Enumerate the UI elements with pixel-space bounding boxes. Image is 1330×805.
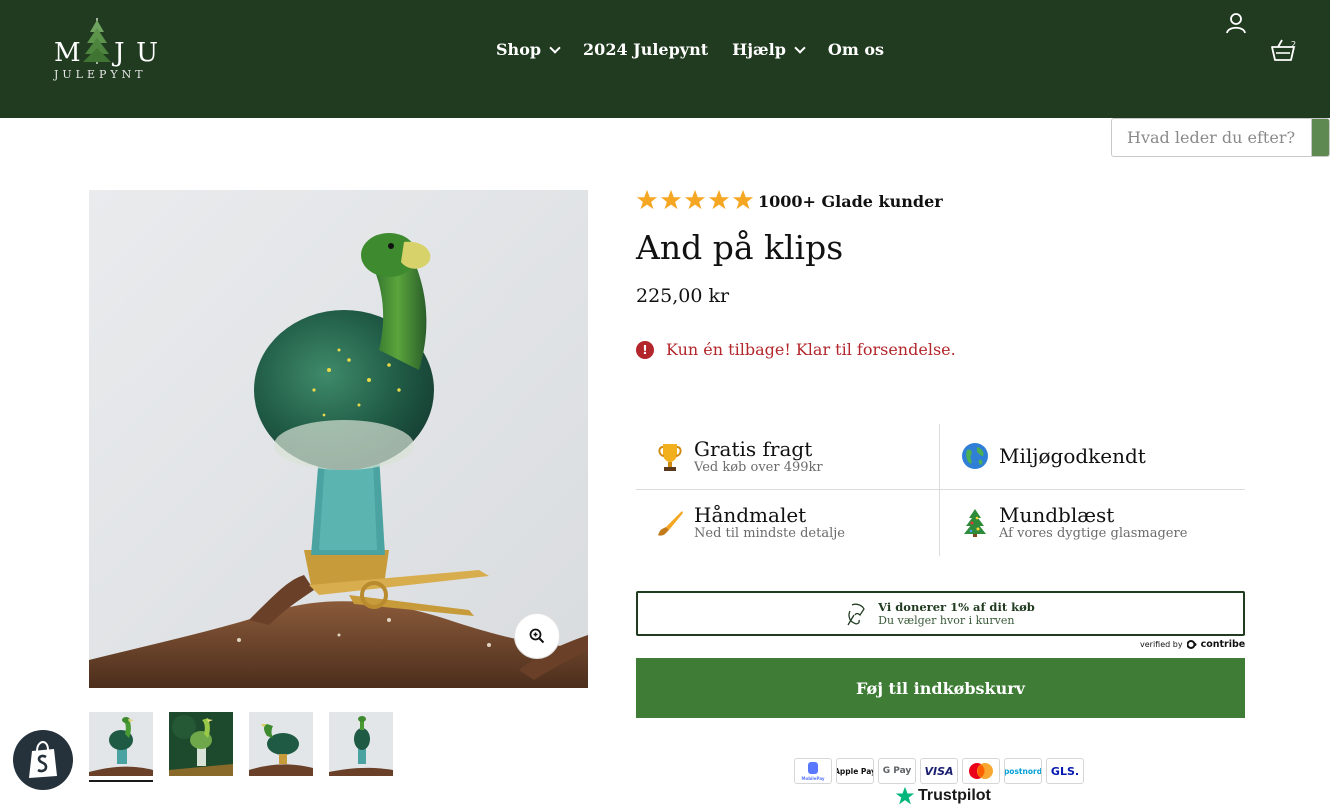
nav-item-hjaelp[interactable]: Hjælp <box>732 40 806 59</box>
cart-count-badge: 2 <box>1291 40 1297 49</box>
feature-subtitle: Ned til mindste detalje <box>694 526 845 541</box>
thumbnail-1[interactable] <box>89 712 153 776</box>
mobilepay-icon: MobilePay <box>794 758 832 784</box>
christmas-tree-icon <box>961 508 989 537</box>
apple-pay-icon: Apple Pay <box>836 758 874 784</box>
star-icon <box>684 189 706 209</box>
feature-mouthblown: Mundblæst Af vores dygtige glasmagere <box>961 504 1187 541</box>
thumbnail-4[interactable] <box>329 712 393 776</box>
logo[interactable]: M I J U JULEPYNT <box>54 16 164 86</box>
star-icon <box>660 189 682 209</box>
postnord-icon: postnord <box>1004 758 1042 784</box>
nav-item-julepynt-2024[interactable]: 2024 Julepynt <box>583 40 708 59</box>
paintbrush-icon <box>656 509 684 537</box>
svg-text:MobilePay: MobilePay <box>801 776 824 781</box>
account-icon[interactable] <box>1226 12 1246 34</box>
trustpilot[interactable]: Trustpilot <box>895 786 991 805</box>
shopify-bag-icon <box>29 741 57 778</box>
payment-methods: MobilePay Apple Pay G Pay VISA postnord … <box>794 758 1084 784</box>
trustpilot-star-icon <box>895 786 915 805</box>
rating: 1000+ Glade kunder <box>636 188 943 211</box>
feature-subtitle: Ved køb over 499kr <box>694 460 823 475</box>
trustpilot-label: Trustpilot <box>918 787 991 804</box>
feature-handpainted: Håndmalet Ned til mindste detalje <box>656 504 845 541</box>
verified-label: verified by <box>1140 640 1183 649</box>
rating-text: 1000+ Glade kunder <box>758 192 943 211</box>
feature-subtitle: Af vores dygtige glasmagere <box>999 526 1188 541</box>
zoom-button[interactable] <box>514 613 560 659</box>
feature-title: Gratis fragt <box>694 437 813 461</box>
stock-status: ! Kun én tilbage! Klar til forsendelse. <box>636 340 956 359</box>
donation-subtitle: Du vælger hvor i kurven <box>878 613 1015 627</box>
verified-brand: contribe <box>1200 639 1246 650</box>
logo-subtitle: JULEPYNT <box>54 68 147 81</box>
thumbnail-2[interactable] <box>169 712 233 776</box>
search-button[interactable] <box>1311 119 1329 156</box>
star-icon <box>732 189 754 209</box>
nav-item-shop[interactable]: Shop <box>496 40 561 59</box>
nav-item-om-os[interactable]: Om os <box>828 40 884 59</box>
feature-grid: Gratis fragt Ved køb over 499kr Miljøgod… <box>636 424 1245 556</box>
google-pay-icon: G Pay <box>878 758 916 784</box>
product-title: And på klips <box>636 228 844 267</box>
handshake-icon <box>847 603 865 625</box>
chevron-down-icon <box>549 41 561 54</box>
donation-title: Vi donerer 1% af dit køb <box>878 599 1035 614</box>
product-price: 225,00 kr <box>636 285 730 307</box>
star-icon <box>708 189 730 209</box>
duck-ornament-image <box>89 190 588 688</box>
logo-wordmark: M I J U <box>54 38 160 68</box>
contribe-logo-icon <box>1186 640 1197 649</box>
site-header: M I J U JULEPYNT Shop 2024 Julepynt Hjæl… <box>0 0 1330 118</box>
search-box <box>1111 118 1330 157</box>
gls-icon: GLS. <box>1046 758 1084 784</box>
donation-box[interactable]: Vi donerer 1% af dit køb Du vælger hvor … <box>636 591 1245 636</box>
search-input[interactable] <box>1112 119 1311 156</box>
product-main-image[interactable] <box>89 190 588 688</box>
feature-free-shipping: Gratis fragt Ved køb over 499kr <box>656 438 823 475</box>
chevron-down-icon <box>794 41 806 54</box>
main-nav: Shop 2024 Julepynt Hjælp Om os <box>496 40 884 59</box>
stock-text: Kun én tilbage! Klar til forsendelse. <box>666 340 956 359</box>
divider <box>636 489 1245 490</box>
add-to-cart-button[interactable]: Føj til indkøbskurv <box>636 658 1245 718</box>
visa-icon: VISA <box>920 758 958 784</box>
shopify-badge[interactable] <box>13 730 73 790</box>
feature-title: Håndmalet <box>694 503 807 527</box>
mastercard-icon <box>962 758 1000 784</box>
trophy-icon <box>656 443 684 471</box>
zoom-in-icon <box>529 628 545 644</box>
active-thumbnail-indicator <box>89 780 153 782</box>
divider <box>939 424 940 556</box>
alert-icon: ! <box>636 340 654 359</box>
feature-eco: Miljøgodkendt <box>961 442 1146 470</box>
star-icon <box>636 189 658 209</box>
feature-title: Mundblæst <box>999 503 1115 527</box>
globe-icon <box>961 442 989 470</box>
thumbnail-list <box>89 712 393 782</box>
thumbnail-3[interactable] <box>249 712 313 776</box>
feature-title: Miljøgodkendt <box>999 444 1146 468</box>
verified-by: verified by contribe <box>1140 639 1245 650</box>
